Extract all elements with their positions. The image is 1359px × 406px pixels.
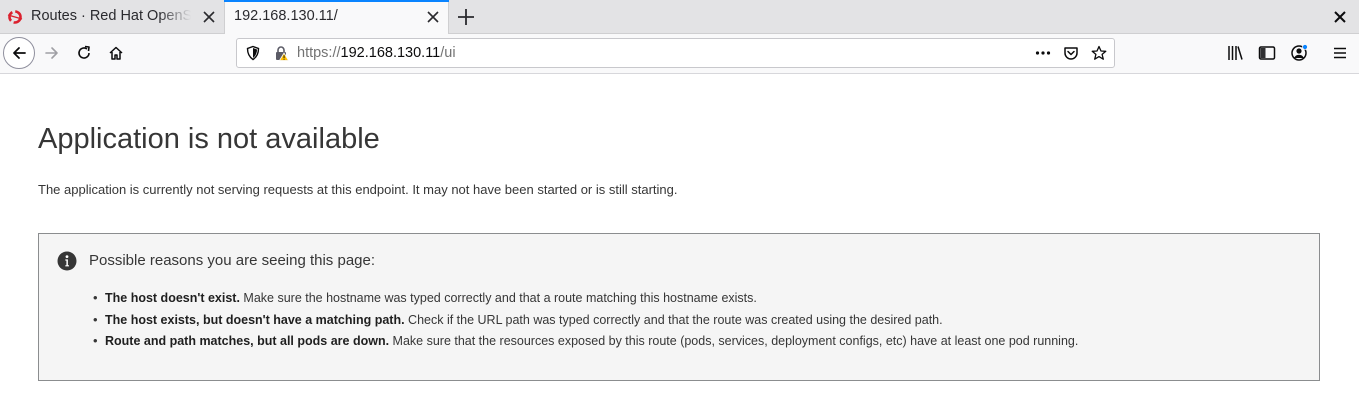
info-icon (57, 251, 77, 271)
url-bar[interactable]: https://192.168.130.11/ui (236, 38, 1115, 68)
tab-strip: Routes · Red Hat OpenShift 192.168.130.1… (0, 0, 1359, 35)
navigation-toolbar: https://192.168.130.11/ui (0, 34, 1359, 74)
url-scheme: https:// (297, 45, 341, 61)
reload-icon (78, 45, 90, 59)
arrow-right-icon (45, 47, 58, 59)
home-icon (109, 46, 123, 60)
forward-button[interactable] (37, 38, 67, 68)
list-item: The host exists, but doesn't have a matc… (93, 311, 1078, 333)
tab-title: Routes · Red Hat OpenShift (31, 8, 191, 24)
back-button[interactable] (3, 37, 35, 69)
close-tab-icon[interactable] (202, 10, 216, 24)
reason-text: Make sure the hostname was typed correct… (239, 291, 757, 305)
list-item: The host doesn't exist. Make sure the ho… (93, 289, 1078, 311)
page-intro: The application is currently not serving… (38, 182, 678, 197)
tab-current[interactable]: 192.168.130.11/ (224, 0, 449, 35)
account-icon[interactable] (1290, 44, 1308, 62)
page-content: Application is not available The applica… (0, 74, 1359, 406)
reason-heading: Route and path matches, but all pods are… (105, 334, 390, 348)
reason-text: Make sure that the resources exposed by … (389, 334, 1079, 348)
openshift-logo-icon (7, 10, 23, 24)
reload-button[interactable] (69, 38, 99, 68)
reasons-alert: Possible reasons you are seeing this pag… (38, 233, 1320, 381)
page-actions-ellipsis-icon[interactable] (1035, 45, 1051, 61)
pocket-icon[interactable] (1063, 45, 1079, 61)
tracking-protection-shield-icon[interactable] (245, 45, 261, 61)
alert-title: Possible reasons you are seeing this pag… (89, 252, 376, 269)
insecure-lock-icon[interactable] (273, 45, 289, 61)
tab-title: 192.168.130.11/ (234, 8, 338, 24)
new-tab-icon[interactable] (456, 7, 476, 27)
reason-heading: The host exists, but doesn't have a matc… (105, 312, 405, 327)
url-text[interactable]: https://192.168.130.11/ui (297, 45, 456, 61)
page-title: Application is not available (38, 123, 380, 155)
arrow-left-icon (13, 47, 26, 59)
tab-routes[interactable]: Routes · Red Hat OpenShift (0, 0, 224, 34)
sidebar-icon[interactable] (1258, 44, 1276, 62)
reasons-list: The host doesn't exist. Make sure the ho… (93, 289, 1078, 354)
reason-text: Check if the URL path was typed correctl… (404, 312, 943, 327)
bookmark-star-icon[interactable] (1091, 45, 1107, 61)
close-tab-icon[interactable] (426, 10, 440, 24)
url-path: /ui (440, 45, 456, 61)
library-icon[interactable] (1226, 44, 1244, 62)
url-host: 192.168.130.11 (340, 45, 441, 61)
home-button[interactable] (101, 38, 131, 68)
reason-heading: The host doesn't exist. (105, 291, 240, 305)
window-close-icon[interactable] (1333, 10, 1347, 24)
hamburger-menu-icon[interactable] (1331, 44, 1349, 62)
list-item: Route and path matches, but all pods are… (93, 332, 1078, 354)
